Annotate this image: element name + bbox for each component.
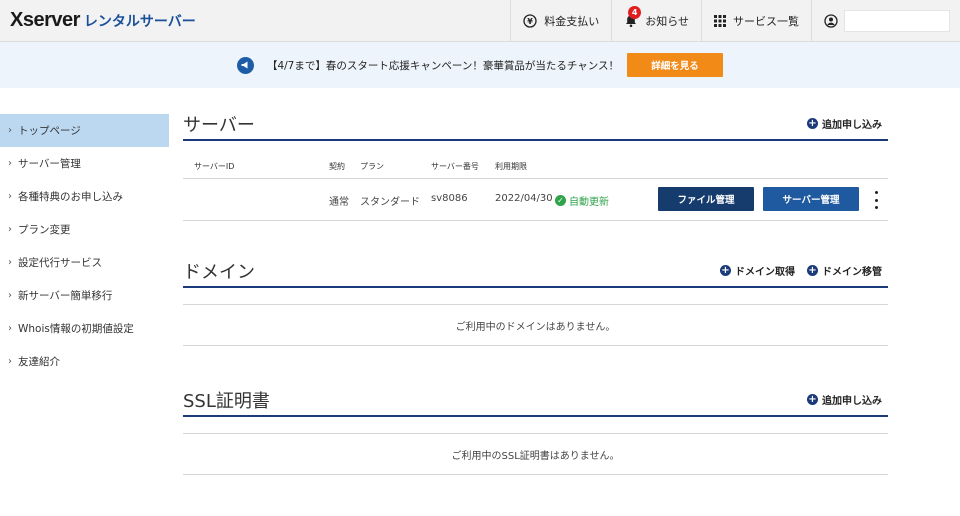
domain-section: ドメイン + ドメイン取得 + ドメイン移管 ご利用中のドメインはありません。 xyxy=(183,258,888,346)
auto-renew-label: 自動更新 xyxy=(569,197,609,208)
banner-details-button[interactable]: 詳細を見る xyxy=(627,53,724,77)
ssl-add-label: 追加申し込み xyxy=(822,396,882,407)
chevron-right-icon: › xyxy=(8,257,12,268)
domain-transfer-label: ドメイン移管 xyxy=(822,267,882,278)
header-nav: ¥ 料金支払い 4 お知らせ サービス一覧 xyxy=(510,0,960,42)
svg-text:¥: ¥ xyxy=(527,17,533,26)
server-actions: + 追加申し込み xyxy=(795,116,882,131)
ssl-section: SSL証明書 + 追加申し込み ご利用中のSSL証明書はありません。 xyxy=(183,387,888,475)
server-add-application-button[interactable]: + 追加申し込み xyxy=(807,116,882,131)
plus-circle-icon: + xyxy=(807,117,818,129)
campaign-banner: 【4/7まで】春のスタート応援キャンペーン！豪華賞品が当たるチャンス！ 詳細を見… xyxy=(0,42,960,88)
banner-text: 【4/7まで】春のスタート応援キャンペーン！豪華賞品が当たるチャンス！ xyxy=(266,59,620,72)
domain-section-header: ドメイン + ドメイン取得 + ドメイン移管 xyxy=(183,258,888,288)
server-section-title: サーバー xyxy=(183,115,255,136)
logo-main-text: Xserver xyxy=(10,9,80,31)
chevron-right-icon: › xyxy=(8,158,12,169)
payment-label: 料金支払い xyxy=(544,15,600,28)
user-icon xyxy=(824,14,838,28)
ssl-section-header: SSL証明書 + 追加申し込み xyxy=(183,387,888,417)
plus-circle-icon: + xyxy=(720,264,731,276)
expiry-value: 2022/04/30 xyxy=(495,193,553,204)
sidebar-item-label: 友達紹介 xyxy=(18,356,60,368)
chevron-right-icon: › xyxy=(8,356,12,367)
sidebar-item-label: プラン変更 xyxy=(18,224,71,236)
sidebar-item-label: 設定代行サービス xyxy=(18,257,102,269)
plan-value: スタンダード xyxy=(360,197,420,208)
sidebar-item-server[interactable]: › サーバー管理 xyxy=(0,147,169,180)
domain-acquire-button[interactable]: + ドメイン取得 xyxy=(720,263,795,278)
sidebar-item-label: 新サーバー簡単移行 xyxy=(18,290,113,302)
xserver-logo[interactable]: Xserver レンタルサーバー xyxy=(10,9,196,32)
chevron-right-icon: › xyxy=(8,125,12,136)
ssl-add-application-button[interactable]: + 追加申し込み xyxy=(807,392,882,407)
account-name-box xyxy=(844,10,950,32)
megaphone-icon xyxy=(236,56,254,74)
auto-renew-status: ✓ 自動更新 xyxy=(555,193,609,208)
domain-acquire-label: ドメイン取得 xyxy=(735,267,795,278)
grid-icon xyxy=(714,15,726,27)
col-plan: プラン xyxy=(360,162,384,171)
server-table-header: サーバーID 契約 プラン サーバー番号 利用期限 xyxy=(183,153,888,179)
check-circle-icon: ✓ xyxy=(555,195,566,206)
account-menu[interactable] xyxy=(811,0,960,42)
services-link[interactable]: サービス一覧 xyxy=(701,0,811,42)
ssl-actions: + 追加申し込み xyxy=(795,392,882,407)
notice-link[interactable]: 4 お知らせ xyxy=(611,0,701,42)
contract-value: 通常 xyxy=(329,197,349,208)
server-add-label: 追加申し込み xyxy=(822,120,882,131)
sidebar-item-setup-service[interactable]: › 設定代行サービス xyxy=(0,246,169,279)
chevron-right-icon: › xyxy=(8,191,12,202)
server-section: サーバー + 追加申し込み サーバーID 契約 プラン サーバー番号 利用期限 … xyxy=(183,111,888,221)
sidebar-item-referral[interactable]: › 友達紹介 xyxy=(0,345,169,378)
sidebar-item-top[interactable]: › トップページ xyxy=(0,114,169,147)
table-row: 通常 スタンダード sv8086 2022/04/30 ✓ 自動更新 ファイル管… xyxy=(183,179,888,221)
col-expiry: 利用期限 xyxy=(495,162,527,171)
plus-circle-icon: + xyxy=(807,264,818,276)
notice-label: お知らせ xyxy=(645,15,689,28)
col-server-id: サーバーID xyxy=(194,162,235,171)
services-label: サービス一覧 xyxy=(733,15,799,28)
domain-transfer-button[interactable]: + ドメイン移管 xyxy=(807,263,882,278)
domain-section-title: ドメイン xyxy=(183,262,255,283)
sidebar-item-whois[interactable]: › Whois情報の初期値設定 xyxy=(0,312,169,345)
sidebar: › トップページ › サーバー管理 › 各種特典のお申し込み › プラン変更 ›… xyxy=(0,114,169,378)
ssl-section-title: SSL証明書 xyxy=(183,391,270,412)
plus-circle-icon: + xyxy=(807,393,818,405)
file-manager-button[interactable]: ファイル管理 xyxy=(658,187,754,211)
sidebar-item-benefits[interactable]: › 各種特典のお申し込み xyxy=(0,180,169,213)
domain-empty-message: ご利用中のドメインはありません。 xyxy=(183,304,888,346)
chevron-right-icon: › xyxy=(8,224,12,235)
sidebar-item-label: 各種特典のお申し込み xyxy=(18,191,123,203)
col-contract: 契約 xyxy=(329,162,345,171)
payment-link[interactable]: ¥ 料金支払い xyxy=(510,0,611,42)
sidebar-item-migration[interactable]: › 新サーバー簡単移行 xyxy=(0,279,169,312)
sidebar-item-label: トップページ xyxy=(18,125,81,137)
sidebar-item-label: Whois情報の初期値設定 xyxy=(18,323,134,335)
sidebar-item-label: サーバー管理 xyxy=(18,158,81,170)
server-number-value: sv8086 xyxy=(431,193,468,204)
chevron-right-icon: › xyxy=(8,323,12,334)
domain-actions: + ドメイン取得 + ドメイン移管 xyxy=(708,263,882,278)
top-header: Xserver レンタルサーバー ¥ 料金支払い 4 お知らせ サービス一覧 xyxy=(0,0,960,42)
notice-badge: 4 xyxy=(628,6,642,19)
chevron-right-icon: › xyxy=(8,290,12,301)
logo-sub-text: レンタルサーバー xyxy=(83,14,196,30)
yen-icon: ¥ xyxy=(523,14,537,28)
server-section-header: サーバー + 追加申し込み xyxy=(183,111,888,141)
col-server-number: サーバー番号 xyxy=(431,162,479,171)
server-manager-button[interactable]: サーバー管理 xyxy=(763,187,859,211)
more-options-icon[interactable] xyxy=(871,191,881,209)
sidebar-item-plan-change[interactable]: › プラン変更 xyxy=(0,213,169,246)
ssl-empty-message: ご利用中のSSL証明書はありません。 xyxy=(183,433,888,475)
